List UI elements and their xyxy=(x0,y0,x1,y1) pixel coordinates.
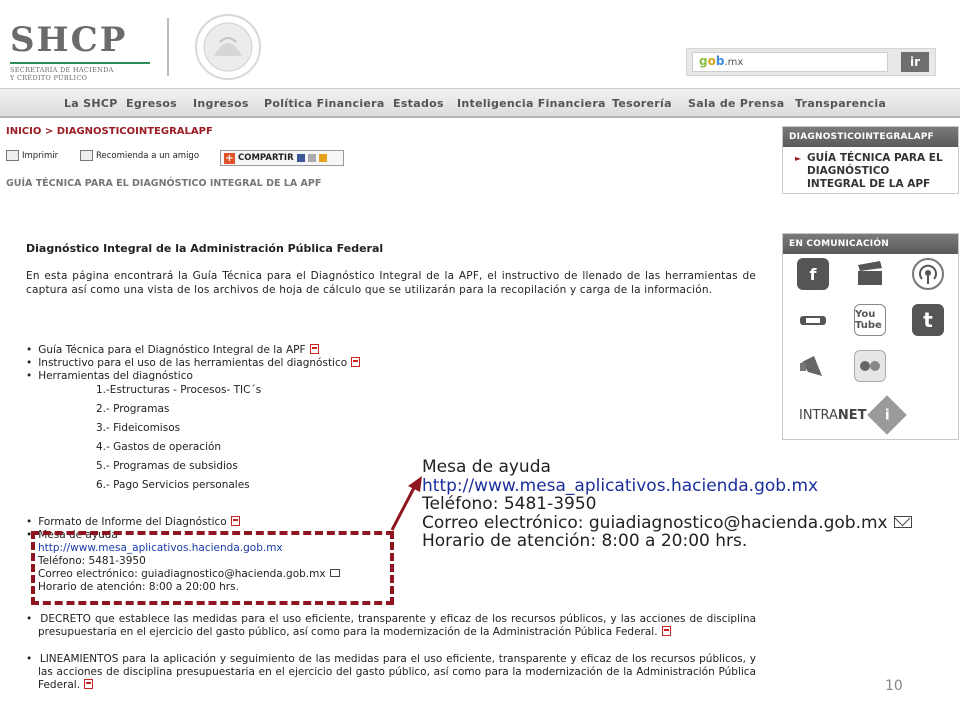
logo-divider xyxy=(167,18,169,76)
facebook-mini-icon xyxy=(296,154,305,162)
main-content: Diagnóstico Integral de la Administració… xyxy=(26,242,756,298)
tool-item-4[interactable]: 4.- Gastos de operación xyxy=(96,441,221,453)
share-button[interactable]: + COMPARTIR xyxy=(220,150,344,166)
nav-item-transparencia[interactable]: Transparencia xyxy=(795,97,886,110)
tool-item-2[interactable]: 2.- Programas xyxy=(96,403,169,415)
gob-mx-logo: gob.mx xyxy=(699,54,744,68)
nav-item-sala-de-prensa[interactable]: Sala de Prensa xyxy=(688,97,784,110)
envelope-icon xyxy=(80,150,93,161)
site-search: gob.mx ir xyxy=(686,48,936,76)
site-header: SHCP SECRETARÍA DE HACIENDA Y CRÉDITO PÚ… xyxy=(0,0,960,88)
youtube-icon[interactable]: You Tube xyxy=(854,304,886,336)
facebook-icon[interactable]: f xyxy=(797,258,829,290)
callout-email-row: Correo electrónico: guiadiagnostico@haci… xyxy=(422,513,912,533)
pdf-icon xyxy=(84,679,94,689)
intranet-label: INTRANET xyxy=(799,407,867,423)
print-label: Imprimir xyxy=(22,150,59,161)
nav-item-egresos[interactable]: Egresos xyxy=(126,97,177,110)
sidebar-section-comunicacion: EN COMUNICACIÓN f You Tube t INTRANET i xyxy=(782,233,959,440)
logo-main-text: SHCP xyxy=(10,20,128,60)
nav-item-estados[interactable]: Estados xyxy=(393,97,444,110)
list-item-formato[interactable]: Formato de Informe del Diagnóstico xyxy=(26,516,240,528)
national-seal-icon xyxy=(195,14,261,80)
printer-icon xyxy=(6,150,19,161)
flickr-icon[interactable] xyxy=(854,350,886,382)
pdf-icon xyxy=(661,626,671,636)
nav-item-ingresos[interactable]: Ingresos xyxy=(193,97,249,110)
list-item-label: LINEAMIENTOS para la aplicación y seguim… xyxy=(38,653,756,691)
radio-icon[interactable] xyxy=(797,304,829,336)
list-item-lineamientos[interactable]: • LINEAMIENTOS para la aplicación y segu… xyxy=(26,653,756,692)
star-mini-icon xyxy=(318,154,327,162)
intranet-link[interactable]: INTRANET i xyxy=(799,395,919,435)
logo-sub-text-2: Y CRÉDITO PÚBLICO xyxy=(10,74,88,82)
pdf-icon xyxy=(230,516,240,526)
pdf-icon xyxy=(351,357,361,367)
pdf-icon xyxy=(309,344,319,354)
mail-icon xyxy=(893,515,912,528)
content-title: Diagnóstico Integral de la Administració… xyxy=(26,242,384,255)
tool-item-3[interactable]: 3.- Fideicomisos xyxy=(96,422,180,434)
sidebar-link-guia[interactable]: GUÍA TÉCNICA PARA EL DIAGNÓSTICO INTEGRA… xyxy=(795,152,945,191)
tool-item-6[interactable]: 6.- Pago Servicios personales xyxy=(96,479,250,491)
intro-paragraph: En esta página encontrará la Guía Técnic… xyxy=(26,269,756,297)
logo-sub-text-1: SECRETARÍA DE HACIENDA xyxy=(10,66,114,74)
list-item-label: Herramientas del diagnóstico xyxy=(38,370,193,382)
tool-item-1[interactable]: 1.-Estructuras - Procesos- TIC´s xyxy=(96,384,261,396)
main-nav: La SHCP Egresos Ingresos Política Financ… xyxy=(0,88,960,118)
slide-number: 10 xyxy=(885,678,903,694)
list-item-label: Formato de Informe del Diagnóstico xyxy=(38,516,227,528)
tool-item-5[interactable]: 5.- Programas de subsidios xyxy=(96,460,238,472)
print-button[interactable]: Imprimir xyxy=(6,150,58,161)
list-item-instructivo[interactable]: Instructivo para el uso de las herramien… xyxy=(26,357,361,369)
bullet-glyph: • xyxy=(26,653,40,665)
list-item-decreto[interactable]: • DECRETO que establece las medidas para… xyxy=(26,613,756,639)
nav-item-tesoreria[interactable]: Tesorería xyxy=(612,97,672,110)
shcp-logo[interactable]: SHCP SECRETARÍA DE HACIENDA Y CRÉDITO PÚ… xyxy=(10,20,150,82)
callout-hours: Horario de atención: 8:00 a 20:00 hrs. xyxy=(422,531,748,551)
zoomed-callout: Mesa de ayuda http://www.mesa_aplicativo… xyxy=(422,458,912,551)
share-label: COMPARTIR xyxy=(238,153,294,163)
bookmark-mini-icon xyxy=(307,154,316,162)
callout-email[interactable]: Correo electrónico: guiadiagnostico@haci… xyxy=(422,513,888,533)
sidebar-heading: EN COMUNICACIÓN xyxy=(783,234,958,254)
slide: SHCP SECRETARÍA DE HACIENDA Y CRÉDITO PÚ… xyxy=(0,0,960,720)
nav-item-la-shcp[interactable]: La SHCP xyxy=(64,97,118,110)
sidebar-heading: DIAGNOSTICOINTEGRALAPF xyxy=(783,127,958,147)
list-item-label: DECRETO que establece las medidas para e… xyxy=(38,613,757,638)
list-item-label: Instructivo para el uso de las herramien… xyxy=(38,357,348,369)
sidebar-section-diagnostico: DIAGNOSTICOINTEGRALAPF GUÍA TÉCNICA PARA… xyxy=(782,126,959,194)
callout-title: Mesa de ayuda xyxy=(422,457,551,477)
share-plus-icon: + xyxy=(224,152,235,164)
podcast-icon[interactable] xyxy=(912,258,944,290)
megaphone-icon[interactable] xyxy=(797,350,829,382)
nav-item-inteligencia-financiera[interactable]: Inteligencia Financiera xyxy=(457,97,606,110)
info-icon: i xyxy=(866,395,907,435)
twitter-icon[interactable]: t xyxy=(912,304,944,336)
breadcrumb[interactable]: INICIO > DIAGNOSTICOINTEGRALAPF xyxy=(6,126,213,137)
recommend-label: Recomienda a un amigo xyxy=(96,150,200,161)
logo-green-rule xyxy=(10,62,150,64)
recommend-button[interactable]: Recomienda a un amigo xyxy=(80,150,199,161)
list-item-label: Guía Técnica para el Diagnóstico Integra… xyxy=(38,344,306,356)
video-clapper-icon[interactable] xyxy=(854,258,886,290)
callout-phone: Teléfono: 5481-3950 xyxy=(422,494,597,514)
list-item-guia[interactable]: Guía Técnica para el Diagnóstico Integra… xyxy=(26,344,319,356)
search-go-button[interactable]: ir xyxy=(901,52,929,72)
page-title: GUÍA TÉCNICA PARA EL DIAGNÓSTICO INTEGRA… xyxy=(6,178,322,189)
callout-link[interactable]: http://www.mesa_aplicativos.hacienda.gob… xyxy=(422,476,912,496)
highlight-dashed-box xyxy=(31,531,394,605)
nav-item-politica-financiera[interactable]: Política Financiera xyxy=(264,97,385,110)
bullet-glyph: • xyxy=(26,613,41,625)
list-item-herramientas: Herramientas del diagnóstico xyxy=(26,370,193,382)
